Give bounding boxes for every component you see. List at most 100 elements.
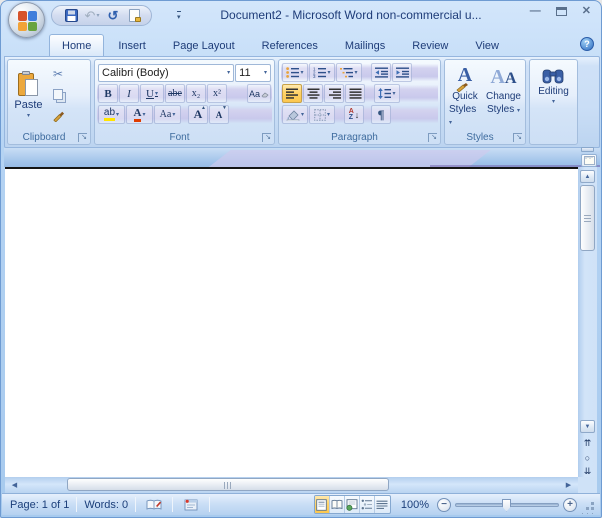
page-count-status[interactable]: Page: 1 of 1	[10, 499, 69, 511]
numbering-dropdown-caret[interactable]: ▾	[327, 69, 330, 76]
clipboard-dialog-launcher[interactable]: ↘	[78, 133, 87, 142]
align-left-button[interactable]	[282, 84, 302, 103]
paragraph-dialog-launcher[interactable]: ↘	[428, 133, 437, 142]
vertical-scrollbar-thumb[interactable]	[580, 185, 595, 251]
bold-button[interactable]: B	[98, 84, 118, 103]
maximize-button[interactable]	[556, 7, 567, 16]
bullets-dropdown-caret[interactable]: ▾	[300, 69, 303, 76]
borders-dropdown-caret[interactable]: ▾	[327, 111, 330, 118]
editing-dropdown-caret[interactable]: ▾	[552, 99, 555, 107]
draft-view-button[interactable]	[375, 496, 390, 513]
full-screen-reading-view-button[interactable]	[330, 496, 345, 513]
print-layout-view-button[interactable]	[315, 496, 330, 513]
superscript-button[interactable]: x²	[207, 84, 227, 103]
shrink-font-button[interactable]: A▼	[209, 105, 229, 124]
resize-grip[interactable]	[583, 500, 596, 515]
view-ruler-toggle-button[interactable]	[581, 154, 597, 167]
horizontal-scrollbar-thumb[interactable]	[67, 478, 389, 491]
zoom-in-button[interactable]: +	[563, 498, 577, 512]
scroll-left-button[interactable]: ◀	[8, 478, 21, 491]
numbering-button[interactable]: 1 2 3 ▾	[309, 63, 335, 82]
borders-button[interactable]: ▾	[309, 105, 335, 124]
multilevel-dropdown-caret[interactable]: ▾	[354, 69, 357, 76]
change-styles-button[interactable]: AA Change Styles ▾	[484, 62, 523, 129]
show-hide-formatting-button[interactable]: ¶	[371, 105, 391, 124]
scroll-down-button[interactable]: ▼	[580, 420, 595, 433]
zoom-slider-track[interactable]	[455, 503, 559, 507]
styles-dialog-launcher[interactable]: ↘	[513, 133, 522, 142]
subscript-button[interactable]: x₂	[186, 84, 206, 103]
tab-view[interactable]: View	[462, 34, 512, 56]
previous-page-button[interactable]: ⇈	[580, 437, 595, 450]
editing-button[interactable]: Editing ▾	[536, 62, 571, 129]
web-layout-view-button[interactable]	[345, 496, 360, 513]
word-count-status[interactable]: Words: 0	[84, 499, 128, 511]
font-color-dropdown-caret[interactable]: ▾	[142, 111, 145, 118]
sort-button[interactable]: A Z ↓	[344, 105, 364, 124]
change-case-button[interactable]: Aa▾	[154, 105, 181, 124]
shading-dropdown-caret[interactable]: ▾	[301, 111, 304, 118]
underline-dropdown-caret[interactable]: ▾	[155, 90, 158, 97]
line-spacing-icon	[378, 88, 391, 99]
proofing-status-button[interactable]	[143, 496, 165, 514]
save-button[interactable]	[62, 7, 80, 24]
cut-button[interactable]: ✂	[48, 64, 68, 83]
italic-button[interactable]: I	[119, 84, 139, 103]
paste-button[interactable]: Paste ▾	[10, 62, 47, 129]
scroll-right-button[interactable]: ▶	[562, 478, 575, 491]
horizontal-scrollbar[interactable]: ◀ ▶	[5, 477, 578, 493]
outline-view-button[interactable]	[360, 496, 375, 513]
tab-references[interactable]: References	[249, 34, 331, 56]
text-highlight-button[interactable]: ab▾	[98, 105, 125, 124]
decrease-indent-button[interactable]	[371, 63, 391, 82]
font-size-combo[interactable]: 11 ▾	[235, 64, 271, 82]
align-center-button[interactable]	[303, 84, 323, 103]
office-button[interactable]	[8, 2, 45, 38]
highlight-dropdown-caret[interactable]: ▾	[116, 111, 119, 118]
underline-button[interactable]: U▾	[140, 84, 164, 103]
tab-home[interactable]: Home	[49, 34, 104, 56]
multilevel-list-button[interactable]: ▾	[336, 63, 362, 82]
undo-dropdown-caret[interactable]: ▾	[96, 12, 99, 19]
help-button[interactable]: ?	[580, 37, 594, 51]
align-right-button[interactable]	[324, 84, 344, 103]
tab-insert[interactable]: Insert	[105, 34, 159, 56]
cut-icon: ✂	[53, 67, 63, 81]
shading-button[interactable]: ▾	[282, 105, 308, 124]
tab-page-layout[interactable]: Page Layout	[160, 34, 248, 56]
protect-document-button[interactable]	[125, 7, 143, 24]
strikethrough-button[interactable]: abe	[165, 84, 185, 103]
document-page[interactable]	[5, 167, 578, 477]
tab-review[interactable]: Review	[399, 34, 461, 56]
quick-styles-button[interactable]: A Quick Styles ▾	[447, 62, 483, 129]
grow-font-button[interactable]: A▲	[188, 105, 208, 124]
scroll-up-button[interactable]: ▲	[580, 170, 595, 183]
paste-dropdown-caret[interactable]: ▾	[27, 112, 30, 119]
zoom-level-button[interactable]: 100%	[401, 499, 429, 511]
quick-styles-dropdown-caret[interactable]: ▾	[449, 120, 452, 126]
close-button[interactable]: ✕	[582, 6, 591, 17]
line-spacing-button[interactable]: ▾	[374, 84, 400, 103]
change-styles-dropdown-caret[interactable]: ▾	[517, 108, 520, 114]
vertical-scrollbar[interactable]: ▲ ▼ ⇈ ○ ⇊	[578, 167, 597, 477]
font-name-combo[interactable]: Calibri (Body) ▾	[98, 64, 234, 82]
font-dialog-launcher[interactable]: ↘	[262, 133, 271, 142]
minimize-button[interactable]: —	[530, 6, 541, 17]
format-painter-button[interactable]	[48, 106, 68, 125]
bullets-button[interactable]: ▾	[282, 63, 308, 82]
zoom-out-button[interactable]: −	[437, 498, 451, 512]
undo-button[interactable]: ↶ ▾	[83, 7, 101, 24]
increase-indent-button[interactable]	[392, 63, 412, 82]
line-spacing-dropdown-caret[interactable]: ▾	[392, 90, 395, 97]
font-color-button[interactable]: A▾	[126, 105, 153, 124]
redo-button[interactable]: ↺	[104, 7, 122, 24]
copy-button[interactable]	[48, 85, 68, 104]
proofing-book-icon	[146, 499, 162, 511]
zoom-slider-thumb[interactable]	[502, 499, 511, 512]
justify-button[interactable]	[345, 84, 365, 103]
tab-mailings[interactable]: Mailings	[332, 34, 398, 56]
select-browse-object-button[interactable]: ○	[580, 451, 595, 464]
macro-record-button[interactable]	[180, 496, 202, 514]
clear-formatting-button[interactable]: Aa	[247, 84, 271, 103]
split-document-handle[interactable]	[581, 147, 594, 152]
